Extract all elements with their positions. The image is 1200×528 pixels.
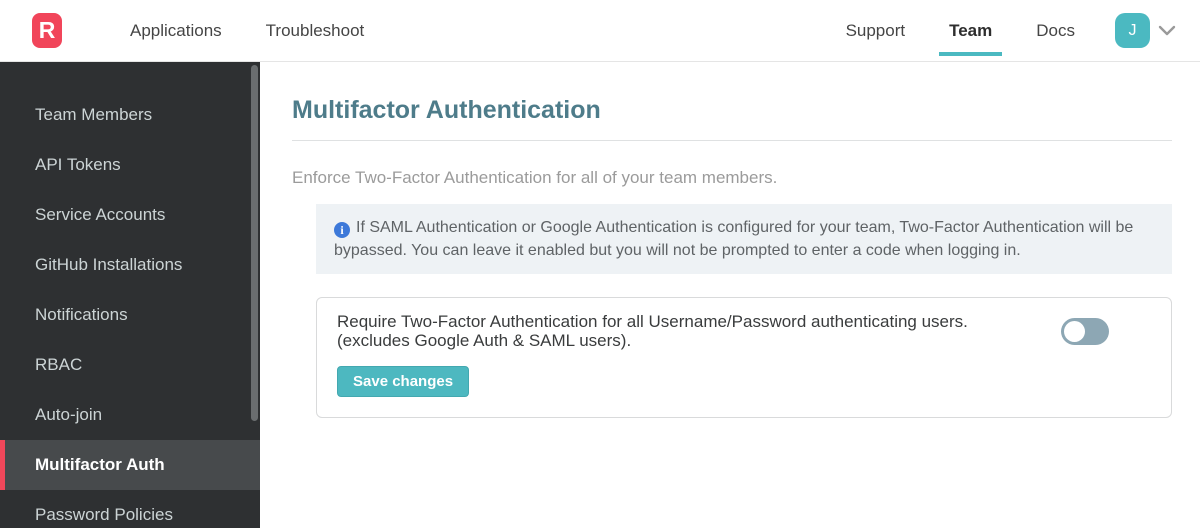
info-banner: i If SAML Authentication or Google Authen… [316, 204, 1172, 275]
two-factor-setting-card: Require Two-Factor Authentication for al… [316, 297, 1172, 419]
two-factor-toggle[interactable] [1061, 318, 1109, 346]
main-content: Multifactor Authentication Enforce Two-F… [260, 62, 1200, 528]
chevron-down-icon[interactable] [1158, 25, 1176, 37]
primary-nav: Applications Troubleshoot [108, 0, 386, 61]
settings-sidebar: Team Members API Tokens Service Accounts… [0, 62, 260, 528]
active-item-marker [0, 440, 5, 490]
nav-item-team[interactable]: Team [927, 0, 1014, 61]
page-title: Multifactor Authentication [292, 96, 601, 124]
nav-item-docs[interactable]: Docs [1014, 0, 1097, 61]
active-tab-underline [939, 52, 1003, 56]
nav-item-team-label: Team [949, 20, 993, 40]
page-subtitle: Enforce Two-Factor Authentication for al… [292, 168, 778, 187]
setting-label: Require Two-Factor Authentication for al… [337, 313, 968, 350]
sidebar-item-service-accounts[interactable]: Service Accounts [0, 190, 260, 240]
sidebar-item-rbac[interactable]: RBAC [0, 340, 260, 390]
sidebar-item-github-installations[interactable]: GitHub Installations [0, 240, 260, 290]
info-icon: i [334, 222, 350, 238]
user-avatar[interactable]: J [1115, 13, 1150, 48]
sidebar-item-team-members[interactable]: Team Members [0, 90, 260, 140]
save-changes-button[interactable]: Save changes [337, 366, 470, 398]
top-navbar: R Applications Troubleshoot Support Team… [0, 0, 1200, 62]
sidebar-item-password-policies[interactable]: Password Policies [0, 490, 260, 528]
setting-label-line2: (excludes Google Auth & SAML users). [337, 330, 632, 350]
sidebar-item-multifactor-auth-label: Multifactor Auth [35, 455, 165, 474]
nav-item-support[interactable]: Support [824, 0, 928, 61]
sidebar-item-multifactor-auth[interactable]: Multifactor Auth [0, 440, 260, 490]
sidebar-scrollbar[interactable] [251, 65, 258, 421]
rollbar-logo[interactable]: R [32, 13, 62, 48]
info-banner-text: If SAML Authentication or Google Authent… [334, 219, 1134, 260]
nav-item-applications[interactable]: Applications [108, 0, 244, 61]
sidebar-item-notifications[interactable]: Notifications [0, 290, 260, 340]
nav-item-troubleshoot[interactable]: Troubleshoot [244, 0, 387, 61]
sidebar-item-api-tokens[interactable]: API Tokens [0, 140, 260, 190]
setting-label-line1: Require Two-Factor Authentication for al… [337, 312, 968, 332]
secondary-nav: Support Team Docs J [824, 0, 1176, 61]
sidebar-item-auto-join[interactable]: Auto-join [0, 390, 260, 440]
app-window: R Applications Troubleshoot Support Team… [0, 0, 1200, 528]
title-divider [292, 140, 1172, 141]
toggle-knob [1064, 321, 1085, 343]
